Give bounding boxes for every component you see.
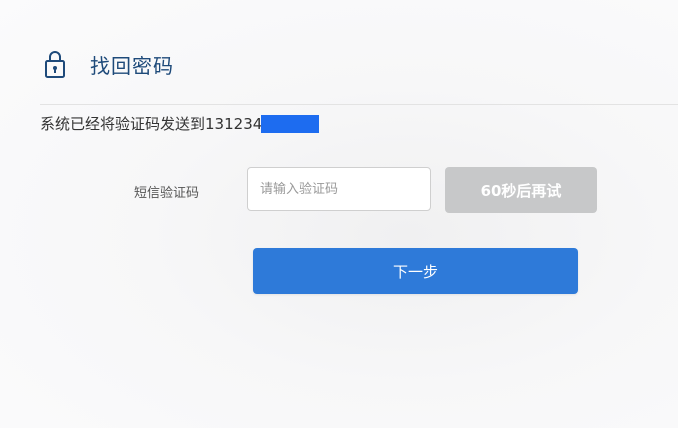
page-title: 找回密码 bbox=[90, 53, 174, 78]
phone-number: 131234 bbox=[205, 114, 263, 133]
sent-notice: 系统已经将验证码发送到 131234 bbox=[40, 113, 320, 134]
phone-redaction-mask bbox=[261, 114, 320, 133]
sms-code-input[interactable] bbox=[247, 167, 431, 211]
header-divider bbox=[40, 104, 678, 105]
sms-code-label: 短信验证码 bbox=[134, 186, 200, 201]
page-header: 找回密码 bbox=[44, 46, 174, 82]
lock-icon bbox=[44, 49, 66, 79]
resend-code-button[interactable]: 60秒后再试 bbox=[445, 167, 597, 213]
sent-notice-text: 系统已经将验证码发送到 bbox=[40, 115, 206, 133]
next-step-button[interactable]: 下一步 bbox=[253, 248, 578, 294]
